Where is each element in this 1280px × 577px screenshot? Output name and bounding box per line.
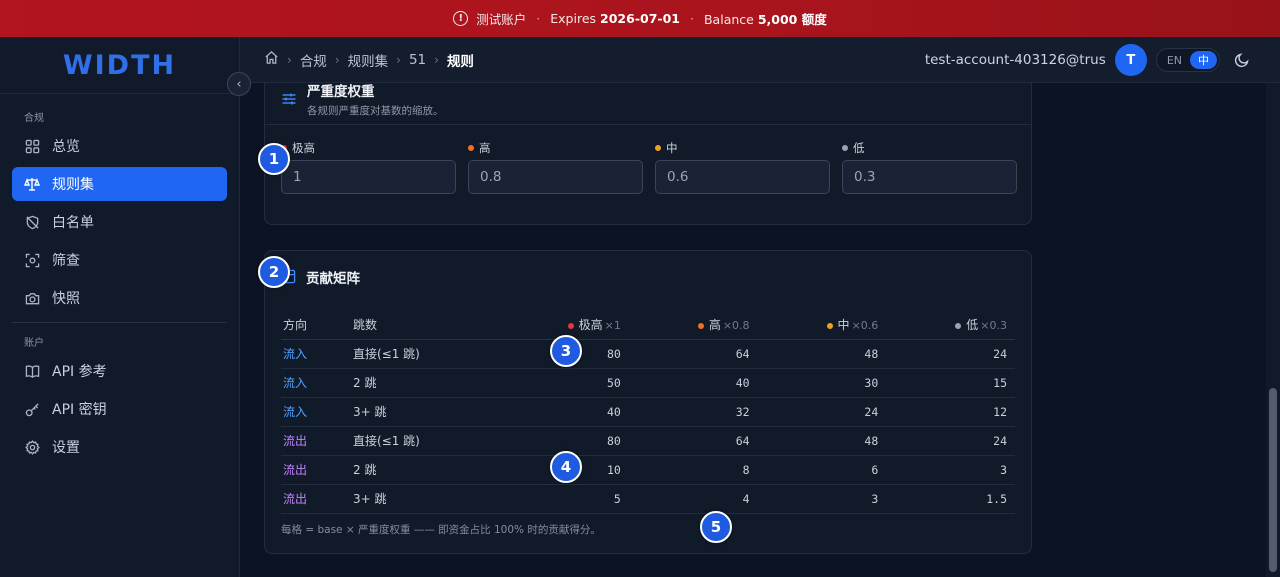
table-row: 流出 3+ 跳 5 4 3 1.5 (281, 484, 1015, 514)
table-header-row: 方向 跳数 极高 ×1 高 ×0.8 中 ×0.6 低 ×0.3 (281, 310, 1015, 340)
sidebar: WIDTH 合规 总览 规则集 白名单 筛查 快照 账户 API 参考 API … (0, 37, 240, 577)
lang-zh-option[interactable]: 中 (1190, 51, 1217, 69)
logo[interactable]: WIDTH (0, 37, 239, 94)
sidebar-item-screening[interactable]: 筛查 (12, 243, 227, 277)
chevron-right-icon: › (334, 52, 340, 67)
chevron-left-icon: ‹ (236, 76, 242, 92)
low-dot (842, 145, 848, 151)
scale-icon (24, 176, 40, 192)
col-medium: 中 ×0.6 (757, 310, 887, 340)
camera-icon (24, 290, 40, 306)
high-dot (468, 145, 474, 151)
weight-input-medium[interactable]: 0.6 (655, 160, 830, 194)
sidebar-item-settings[interactable]: 设置 (12, 430, 227, 464)
col-direction: 方向 (281, 310, 351, 340)
table-row: 流出 2 跳 10 8 6 3 (281, 455, 1015, 485)
sidebar-item-snapshot[interactable]: 快照 (12, 281, 227, 315)
chevron-right-icon: › (396, 52, 401, 67)
breadcrumb: › 合规 › 规则集 › 51 › 规则 (240, 50, 474, 70)
sliders-icon (281, 91, 297, 107)
sidebar-section-account: 账户 (24, 337, 44, 349)
annotation-marker-5: 5 (700, 511, 732, 543)
top-header: › 合规 › 规则集 › 51 › 规则 test-account-403126… (240, 37, 1280, 83)
chevron-right-icon: › (287, 52, 292, 67)
avatar[interactable]: T (1114, 44, 1147, 76)
matrix-footnote: 每格 = base × 严重度权重 —— 即资金占比 100% 时的贡献得分。 (281, 524, 601, 536)
severity-weights-title: 严重度权重 (307, 84, 375, 100)
annotation-marker-4: 4 (550, 451, 582, 483)
medium-dot (655, 145, 661, 151)
weight-input-low[interactable]: 0.3 (842, 160, 1017, 194)
breadcrumb-compliance[interactable]: 合规 (300, 50, 327, 70)
grid-icon (24, 138, 40, 154)
weight-input-high[interactable]: 0.8 (468, 160, 643, 194)
severity-weights-subtitle: 各规则严重度对基数的缩放。 (307, 105, 444, 117)
weight-field-medium: 中 0.6 (655, 140, 830, 194)
breadcrumb-current: 规则 (446, 53, 474, 70)
account-banner: ! 测试账户 · Expires 2026-07-01 · Balance 5,… (0, 0, 1280, 37)
banner-balance: Balance 5,000 额度 (703, 12, 827, 27)
sidebar-item-api-keys[interactable]: API 密钥 (12, 392, 227, 426)
scan-icon (24, 252, 40, 268)
annotation-marker-2: 2 (258, 256, 290, 288)
breadcrumb-ruleset-id[interactable]: 51 (409, 52, 426, 68)
col-high: 高 ×0.8 (628, 310, 758, 340)
severity-weights-card: 严重度权重 各规则严重度对基数的缩放。 极高 1 高 0.8 中 0.6 低 0… (264, 83, 1032, 225)
weight-field-critical: 极高 1 (281, 140, 456, 194)
scrollbar[interactable] (1266, 83, 1280, 577)
chevron-right-icon: › (434, 52, 439, 67)
banner-account: 测试账户 (476, 12, 527, 27)
sidebar-item-whitelist[interactable]: 白名单 (12, 205, 227, 239)
language-toggle[interactable]: EN 中 (1155, 48, 1220, 72)
sidebar-item-api-reference[interactable]: API 参考 (12, 354, 227, 388)
scrollbar-thumb[interactable] (1269, 388, 1277, 572)
weight-field-high: 高 0.8 (468, 140, 643, 194)
main-content: 严重度权重 各规则严重度对基数的缩放。 极高 1 高 0.8 中 0.6 低 0… (240, 83, 1266, 577)
contribution-table: 方向 跳数 极高 ×1 高 ×0.8 中 ×0.6 低 ×0.3 流入 直接(≤1 跳)… (281, 310, 1015, 514)
table-row: 流入 直接(≤1 跳) 80 64 48 24 (281, 339, 1015, 369)
col-low: 低 ×0.3 (886, 310, 1015, 340)
table-row: 流入 2 跳 50 40 30 15 (281, 368, 1015, 398)
sidebar-item-rulesets[interactable]: 规则集 (12, 167, 227, 201)
alert-icon: ! (453, 11, 469, 26)
sidebar-item-overview[interactable]: 总览 (12, 129, 227, 163)
table-row: 流入 3+ 跳 40 32 24 12 (281, 397, 1015, 427)
contribution-matrix-title: 贡献矩阵 (306, 270, 360, 287)
breadcrumb-rulesets[interactable]: 规则集 (348, 50, 389, 70)
annotation-marker-1: 1 (258, 143, 290, 175)
gear-icon (24, 439, 40, 455)
sidebar-divider (12, 322, 227, 323)
key-icon (24, 401, 40, 417)
lang-en-option[interactable]: EN (1159, 51, 1190, 69)
contribution-matrix-card: 贡献矩阵 方向 跳数 极高 ×1 高 ×0.8 中 ×0.6 低 ×0.3 流入 直接(… (264, 250, 1032, 554)
annotation-marker-3: 3 (550, 335, 582, 367)
book-icon (24, 363, 40, 379)
user-email[interactable]: test-account-403126@trus… (925, 52, 1107, 68)
weight-field-low: 低 0.3 (842, 140, 1017, 194)
collapse-sidebar-button[interactable]: ‹ (227, 72, 251, 96)
moon-icon[interactable] (1234, 52, 1250, 68)
col-hops: 跳数 (351, 310, 497, 340)
table-row: 流出 直接(≤1 跳) 80 64 48 24 (281, 426, 1015, 456)
sidebar-section-compliance: 合规 (24, 112, 44, 124)
shield-off-icon (24, 214, 40, 230)
home-icon[interactable] (264, 50, 279, 69)
banner-expires: Expires 2026-07-01 (550, 11, 680, 26)
weight-input-critical[interactable]: 1 (281, 160, 456, 194)
